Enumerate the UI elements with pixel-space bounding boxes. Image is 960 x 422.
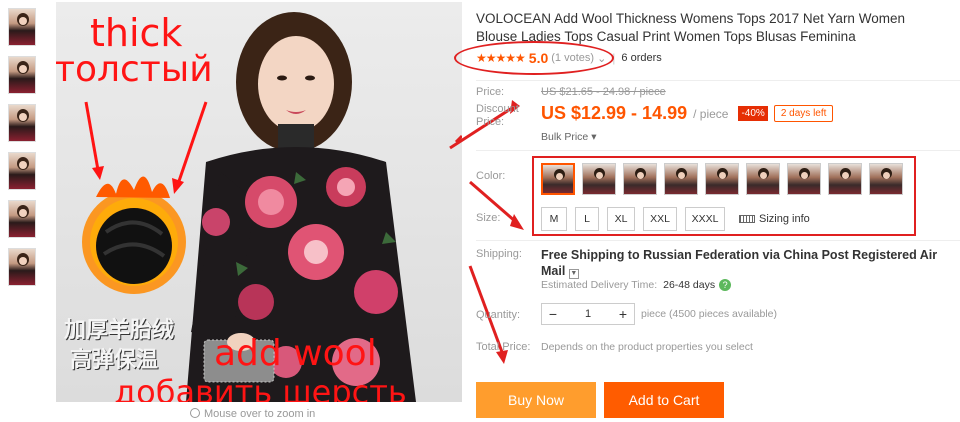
orders-count: 6 orders <box>621 52 662 64</box>
rating-highlight-ellipse <box>454 41 614 75</box>
thumbnail[interactable] <box>8 8 36 46</box>
overlay-cn-line2: 高弹保温 <box>70 348 159 373</box>
price-label: Price: <box>476 86 505 98</box>
thumbnail[interactable] <box>8 248 36 286</box>
decrement-button[interactable]: − <box>542 304 564 324</box>
thumbnail[interactable] <box>8 56 36 94</box>
overlay-wool-en: add wool <box>214 333 377 374</box>
thumbnail[interactable] <box>8 152 36 190</box>
delivery-label: Estimated Delivery Time: <box>541 279 658 291</box>
caret-down-icon: ▾ <box>591 131 597 143</box>
thumbnail[interactable] <box>8 104 36 142</box>
quantity-box: − 1 + <box>541 303 635 325</box>
overlay-thick-en: thick <box>90 11 183 55</box>
increment-button[interactable]: + <box>612 304 634 324</box>
divider <box>476 150 960 151</box>
price-unit: / piece <box>693 106 729 121</box>
discount-price-label: Discount Price: <box>476 103 519 129</box>
quantity-label: Quantity: <box>476 309 521 321</box>
thumbnail-list <box>8 8 38 296</box>
quantity-stepper: − 1 + piece (4500 pieces available) <box>541 303 777 325</box>
discount-label-line2: Price: <box>476 116 505 128</box>
total-price-note: Depends on the product properties you se… <box>541 341 753 353</box>
magnifier-icon <box>190 408 200 418</box>
delivery-days: 26-48 days <box>663 279 716 291</box>
overlay-thick-ru: толстый <box>56 49 213 90</box>
shipping-label: Shipping: <box>476 248 522 260</box>
days-left-badge: 2 days left <box>773 105 834 122</box>
current-price: US $12.99 - 14.99 <box>541 103 688 123</box>
help-icon[interactable]: ? <box>719 279 732 291</box>
delivery-time: Estimated Delivery Time: 26-48 days ? <box>541 279 732 291</box>
zoom-hint: Mouse over to zoom in <box>190 408 315 420</box>
quantity-input[interactable]: 1 <box>564 304 612 324</box>
thumbnail[interactable] <box>8 200 36 238</box>
bulk-price-link[interactable]: Bulk Price ▾ <box>541 131 596 143</box>
product-main-image[interactable]: thick толстый 加厚羊胎绒 高弹保温 add wool добави… <box>56 2 462 402</box>
color-label: Color: <box>476 170 506 182</box>
discount-price: US $12.99 - 14.99 / piece -40% 2 days le… <box>541 103 834 124</box>
add-to-cart-button[interactable]: Add to Cart <box>604 382 724 418</box>
stock-note: piece (4500 pieces available) <box>641 308 778 320</box>
overlay-wool-ru: добавить шерсть <box>114 373 407 402</box>
divider <box>476 80 960 81</box>
discount-label-line1: Discount <box>476 103 519 115</box>
original-price: US $21.65 - 24.98 / piece <box>541 86 666 98</box>
overlay-cn-line1: 加厚羊胎绒 <box>64 318 175 343</box>
bulk-price-label: Bulk Price <box>541 131 589 143</box>
chevron-down-icon[interactable]: ▼ <box>568 269 579 279</box>
options-highlight-box <box>532 156 916 236</box>
discount-badge: -40% <box>738 106 768 121</box>
shipping-method-text: Free Shipping to Russian Federation via … <box>541 248 938 278</box>
buy-now-button[interactable]: Buy Now <box>476 382 596 418</box>
zoom-hint-text: Mouse over to zoom in <box>204 408 316 420</box>
total-price-label: Total Price: <box>476 341 531 353</box>
divider <box>476 240 960 241</box>
shipping-method[interactable]: Free Shipping to Russian Federation via … <box>541 247 960 279</box>
size-label: Size: <box>476 212 501 224</box>
